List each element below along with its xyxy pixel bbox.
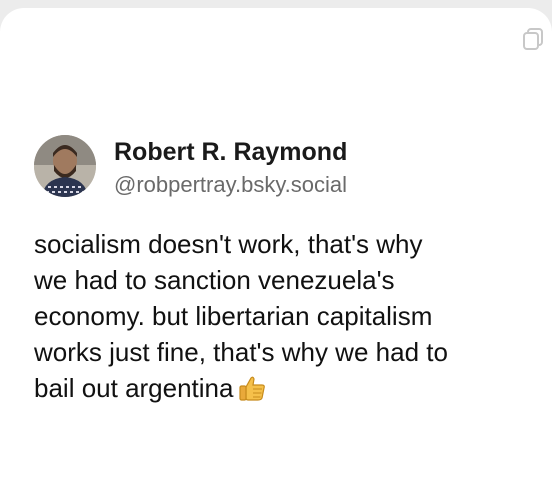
- post-card: Robert R. Raymond @robpertray.bsky.socia…: [0, 8, 552, 497]
- author-display-name[interactable]: Robert R. Raymond: [114, 138, 347, 167]
- post-line: we had to sanction venezuela's: [34, 265, 395, 295]
- avatar[interactable]: [34, 135, 96, 197]
- post-line-last: bail out argentina: [34, 370, 544, 406]
- post-line: socialism doesn't work, that's why: [34, 229, 423, 259]
- copy-icon[interactable]: [520, 26, 546, 52]
- post-line: works just fine, that's why we had to: [34, 337, 448, 367]
- thumbs-up-icon: [239, 376, 266, 401]
- post-body: socialism doesn't work, that's why we ha…: [34, 226, 544, 406]
- post-line: economy. but libertarian capitalism: [34, 301, 433, 331]
- author-handle[interactable]: @robpertray.bsky.social: [114, 172, 347, 198]
- avatar-image: [34, 135, 96, 197]
- post-line-text: bail out argentina: [34, 373, 234, 403]
